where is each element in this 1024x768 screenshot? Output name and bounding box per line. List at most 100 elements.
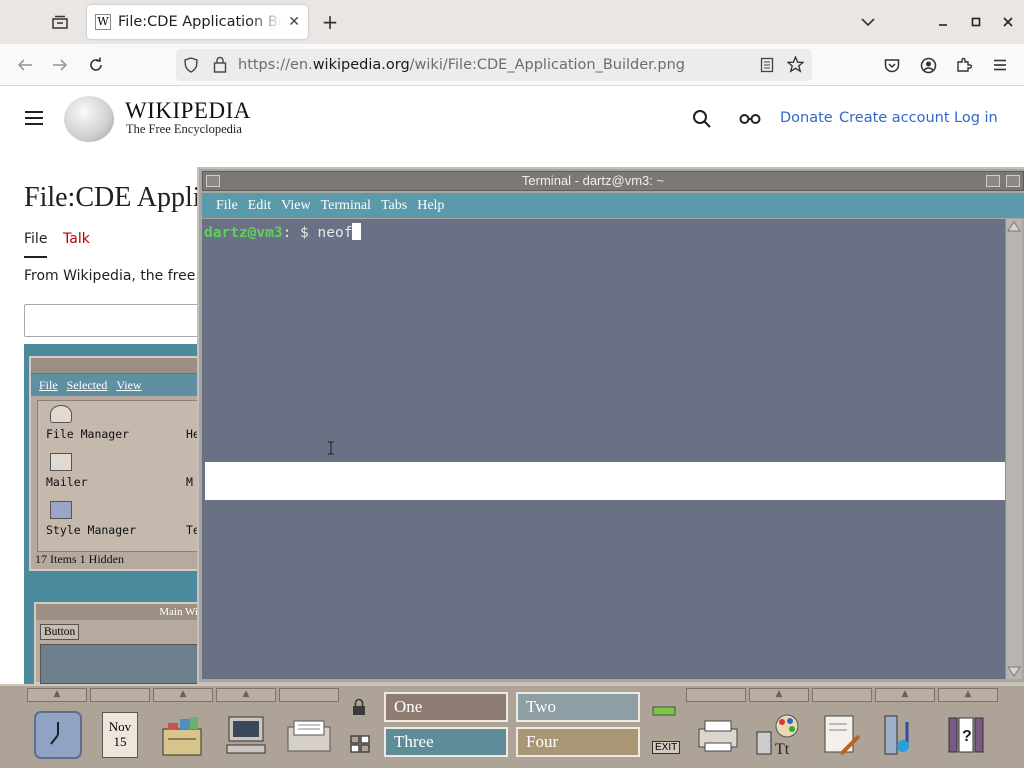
subpanel-arrow-4[interactable]: ▲ — [216, 688, 276, 702]
maximize-icon[interactable] — [1006, 175, 1020, 187]
text-editor-icon[interactable] — [812, 706, 868, 764]
cde-button-widget: Button — [40, 624, 80, 640]
extensions-icon[interactable] — [947, 44, 981, 86]
browser-tab-strip: W File:CDE Application Builder.png ✕ + — [0, 0, 1024, 44]
tab-overview-button[interactable] — [44, 0, 76, 44]
tab-talk[interactable]: Talk — [63, 231, 90, 247]
cde-screenshot-image[interactable]: File Selected View File Manager Mailer S… — [24, 344, 204, 684]
bookmark-star-icon[interactable] — [786, 55, 805, 77]
ibeam-cursor-icon — [326, 441, 336, 459]
workspace-four-button[interactable]: Four — [516, 727, 640, 757]
style-manager-app-icon — [50, 501, 72, 519]
terminal-menu-view[interactable]: View — [281, 198, 310, 214]
terminal-menu-terminal[interactable]: Terminal — [321, 198, 371, 214]
tab-list-chevron-icon[interactable] — [856, 0, 880, 44]
subpanel-arrow-6[interactable] — [686, 688, 746, 702]
new-tab-button[interactable]: + — [316, 0, 344, 44]
printer-icon[interactable] — [690, 706, 746, 764]
clock-icon[interactable] — [30, 706, 86, 764]
cde-file-manager-window: File Selected View File Manager Mailer S… — [29, 356, 204, 571]
donate-link[interactable]: Donate — [780, 110, 833, 126]
terminal-title: Terminal - dartz@vm3: ~ — [521, 173, 665, 188]
cde-file-manager-body: File Manager Mailer Style Manager He M T… — [37, 400, 203, 552]
tab-file[interactable]: File — [24, 231, 48, 258]
close-window-icon[interactable] — [997, 0, 1019, 44]
cde-item-mailer: Mailer — [46, 475, 88, 489]
window-list-icon[interactable] — [350, 735, 370, 757]
style-manager-icon[interactable]: Tt — [750, 706, 806, 764]
create-account-link[interactable]: Create account — [839, 110, 950, 126]
terminal-window: Terminal - dartz@vm3: ~ File Edit View T… — [197, 167, 1024, 684]
browser-nav-bar: https://en.wikipedia.org/wiki/File:CDE_A… — [0, 44, 1024, 86]
cde-item-file-manager: File Manager — [46, 427, 130, 441]
lock-screen-icon[interactable] — [351, 698, 367, 720]
terminal-menu-tabs[interactable]: Tabs — [381, 198, 407, 214]
cde-main-window: Main Wi Button — [34, 602, 204, 684]
wikipedia-globe-logo-icon[interactable] — [64, 96, 114, 142]
cde-item-right-2: M — [186, 475, 193, 489]
lock-icon[interactable] — [213, 56, 227, 77]
minimize-window-icon[interactable] — [932, 0, 954, 44]
subpanel-arrow-8[interactable] — [812, 688, 872, 702]
url-bar[interactable]: https://en.wikipedia.org/wiki/File:CDE_A… — [176, 49, 812, 81]
forward-arrow-icon[interactable] — [43, 44, 77, 86]
back-arrow-icon[interactable] — [8, 44, 42, 86]
minimize-icon[interactable] — [986, 175, 1000, 187]
wikipedia-wordmark[interactable]: WIKIPEDIA — [125, 98, 251, 124]
maximize-window-icon[interactable] — [965, 0, 987, 44]
terminal-render-artifact — [205, 462, 1005, 500]
workspace-one-button[interactable]: One — [384, 692, 508, 722]
file-search-input[interactable] — [24, 304, 204, 337]
appearance-glasses-icon[interactable] — [739, 112, 761, 130]
wikipedia-tagline: The Free Encyclopedia — [126, 122, 242, 136]
terminal-menu-edit[interactable]: Edit — [248, 198, 271, 214]
tab-close-icon[interactable]: ✕ — [288, 14, 300, 30]
reader-view-icon[interactable] — [760, 57, 774, 77]
account-icon[interactable] — [911, 44, 945, 86]
log-in-link[interactable]: Log in — [954, 110, 998, 126]
cde-menu-file: File — [39, 377, 58, 392]
prompt-user: dartz@vm3 — [204, 225, 283, 241]
browser-tab[interactable]: W File:CDE Application Builder.png ✕ — [87, 5, 308, 39]
calendar-icon[interactable]: Nov 15 — [92, 706, 148, 764]
search-icon[interactable] — [692, 109, 712, 133]
subpanel-arrow-2[interactable] — [90, 688, 150, 702]
subpanel-arrow-1[interactable]: ▲ — [27, 688, 87, 702]
main-menu-icon[interactable] — [24, 110, 44, 130]
calendar-day: 15 — [113, 734, 127, 749]
workspace-three-button[interactable]: Three — [384, 727, 508, 757]
subpanel-arrow-5[interactable] — [279, 688, 339, 702]
text-cursor — [352, 223, 362, 240]
file-manager-icon[interactable] — [155, 706, 211, 764]
cde-front-panel: ▲ ▲ ▲ ▲ ▲ ▲ Nov 15 One Two Three Four EX… — [0, 684, 1024, 768]
app-menu-icon[interactable] — [983, 44, 1017, 86]
terminal-app-icon[interactable] — [218, 706, 274, 764]
terminal-screen[interactable]: dartz@vm3: $ neof — [202, 219, 1005, 679]
subpanel-arrow-10[interactable]: ▲ — [938, 688, 998, 702]
cde-file-manager-status: 17 Items 1 Hidden — [35, 552, 124, 566]
app-manager-icon[interactable] — [874, 706, 930, 764]
exit-button[interactable]: EXIT — [652, 741, 681, 754]
subpanel-arrow-7[interactable]: ▲ — [749, 688, 809, 702]
terminal-titlebar[interactable]: Terminal - dartz@vm3: ~ — [202, 171, 1024, 191]
mailer-app-icon — [50, 453, 72, 471]
terminal-menubar: File Edit View Terminal Tabs Help — [202, 193, 1024, 218]
url-text: https://en.wikipedia.org/wiki/File:CDE_A… — [238, 57, 686, 73]
terminal-menu-help[interactable]: Help — [417, 198, 444, 214]
cde-file-manager-menubar: File Selected View — [31, 374, 202, 396]
cde-window-titlebar — [31, 358, 202, 374]
prompt-symbol: : $ — [282, 225, 318, 241]
help-manager-icon[interactable]: ? — [938, 706, 994, 764]
calendar-month: Nov — [108, 719, 132, 734]
workspace-two-button[interactable]: Two — [516, 692, 640, 722]
pocket-icon[interactable] — [875, 44, 909, 86]
terminal-menu-file[interactable]: File — [216, 198, 238, 214]
cde-item-style-manager: Style Manager — [46, 523, 137, 537]
tracking-shield-icon[interactable] — [184, 57, 198, 77]
subpanel-arrow-9[interactable]: ▲ — [875, 688, 935, 702]
terminal-scrollbar[interactable] — [1005, 219, 1022, 679]
reload-icon[interactable] — [79, 44, 113, 86]
mailer-icon[interactable] — [281, 706, 337, 764]
subpanel-arrow-3[interactable]: ▲ — [153, 688, 213, 702]
cde-menu-view: View — [116, 377, 142, 392]
